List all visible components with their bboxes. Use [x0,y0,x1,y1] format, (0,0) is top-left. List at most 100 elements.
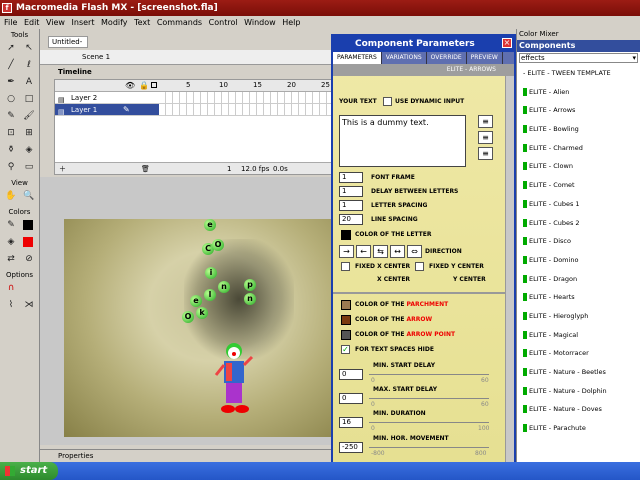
letter-ball[interactable]: n [218,281,230,293]
start-button[interactable]: start [0,462,58,480]
pen-tool-icon[interactable]: ✒ [3,75,19,90]
list-item[interactable]: ELITE - Parachute [517,419,640,438]
brush-tool-icon[interactable]: 🖌 [21,109,37,124]
lasso-tool-icon[interactable]: ℓ [21,58,37,73]
stroke-color-swatch[interactable] [23,220,33,230]
list-item[interactable]: ELITE - Nature - Beetles [517,363,640,382]
layer-row-2[interactable]: ▤ Layer 2 [55,92,331,104]
snap-magnet-icon[interactable]: ∩ [3,281,19,296]
list-item[interactable]: ELITE - Alien [517,83,640,102]
list-item[interactable]: ELITE - Bowling [517,120,640,139]
letter-ball[interactable]: l [204,289,216,301]
font-frame-input[interactable]: 1 [339,172,363,183]
direction-both-button[interactable]: ⇆ [373,245,388,258]
delete-layer-icon[interactable]: 🗑 [141,163,150,175]
zoom-tool-icon[interactable]: 🔍 [21,189,37,204]
timeline-header[interactable]: Timeline [40,66,332,78]
letter-ball[interactable]: e [204,219,216,231]
letter-ball[interactable]: O [212,239,224,251]
scene-label[interactable]: Scene 1 [82,53,110,61]
clown-figure[interactable] [214,339,254,419]
fill-color-swatch[interactable] [23,237,33,247]
document-tab[interactable]: Untitled-1* [48,36,88,57]
min-duration-input[interactable]: 16 [339,417,363,428]
lock-icon[interactable]: 🔒 [139,81,149,90]
tab-override[interactable]: OVERRIDE [427,52,467,64]
tab-parameters[interactable]: PARAMETERS [333,52,382,64]
rectangle-tool-icon[interactable]: □ [21,92,37,107]
stroke-color-icon[interactable]: ✎ [3,218,19,233]
close-icon[interactable]: × [502,38,512,48]
menu-edit[interactable]: Edit [24,18,40,27]
list-item[interactable]: ELITE - Hieroglyph [517,307,640,326]
list-item[interactable]: ELITE - Cubes 2 [517,214,640,233]
line-spacing-input[interactable]: 20 [339,214,363,225]
letter-ball[interactable]: n [244,293,256,305]
pencil-tool-icon[interactable]: ✎ [3,109,19,124]
menu-file[interactable]: File [4,18,17,27]
min-start-delay-slider[interactable] [369,374,489,375]
vertical-scrollbar[interactable] [505,76,514,462]
list-item[interactable]: ELITE - Dragon [517,270,640,289]
parchment-color-swatch[interactable] [341,300,351,310]
list-item[interactable]: ELITE - Cubes 1 [517,195,640,214]
direction-right-button[interactable]: → [339,245,354,258]
direction-in-button[interactable]: ⇔ [407,245,422,258]
align-center-button[interactable]: ≡ [478,131,493,144]
stage[interactable]: e C O i n l e k p n O [64,219,332,437]
layer-frames[interactable] [159,92,331,103]
hide-spaces-checkbox[interactable]: ✓ [341,345,350,354]
text-tool-icon[interactable]: A [21,75,37,90]
list-item[interactable]: ELITE - Motorracer [517,344,640,363]
list-item[interactable]: ELITE - Comet [517,176,640,195]
max-start-delay-slider[interactable] [369,398,489,399]
fixed-y-checkbox[interactable] [415,262,424,271]
transform-tool-icon[interactable]: ⊡ [3,126,19,141]
fill-color-icon[interactable]: ◈ [3,235,19,250]
menu-insert[interactable]: Insert [72,18,95,27]
min-duration-slider[interactable] [369,422,489,423]
color-mixer-header[interactable]: Color Mixer [517,29,640,40]
paint-bucket-icon[interactable]: ◈ [21,143,37,158]
list-item[interactable]: ELITE - Disco [517,232,640,251]
tab-preview[interactable]: PREVIEW [467,52,503,64]
ink-bottle-icon[interactable]: ⚱ [3,143,19,158]
menu-view[interactable]: View [46,18,65,27]
letter-spacing-input[interactable]: 1 [339,200,363,211]
min-start-delay-input[interactable]: 0 [339,369,363,380]
align-right-button[interactable]: ≡ [478,147,493,160]
min-hor-input[interactable]: -250 [339,442,363,453]
letter-ball[interactable]: O [182,311,194,323]
list-item[interactable]: ELITE - Domino [517,251,640,270]
arrow-point-color-swatch[interactable] [341,330,351,340]
component-panel-header[interactable]: Component Parameters [333,36,514,52]
text-input[interactable]: This is a dummy text. [339,115,466,167]
straighten-icon[interactable]: ⋊ [21,298,37,313]
letter-color-swatch[interactable] [341,230,351,240]
components-header[interactable]: Components [517,40,640,52]
oval-tool-icon[interactable]: ○ [3,92,19,107]
list-item[interactable]: ELITE - Clown [517,157,640,176]
list-item[interactable]: ELITE - Charmed [517,139,640,158]
direction-out-button[interactable]: ↔ [390,245,405,258]
fill-transform-tool-icon[interactable]: ⊞ [21,126,37,141]
direction-left-button[interactable]: ← [356,245,371,258]
smooth-icon[interactable]: ⌇ [3,298,19,313]
line-tool-icon[interactable]: ╱ [3,58,19,73]
list-item[interactable]: - ELITE - TWEEN TEMPLATE [517,64,640,83]
menu-help[interactable]: Help [282,18,300,27]
list-item[interactable]: ELITE - Hearts [517,288,640,307]
list-item[interactable]: ELITE - Nature - Doves [517,400,640,419]
subselect-tool-icon[interactable]: ↖ [21,41,37,56]
list-item[interactable]: ELITE - Arrows [517,101,640,120]
delay-letters-input[interactable]: 1 [339,186,363,197]
outline-icon[interactable] [151,82,157,88]
letter-ball[interactable]: e [190,295,202,307]
min-hor-slider[interactable] [369,447,489,448]
eyedropper-icon[interactable]: ⚲ [3,160,19,175]
dynamic-input-checkbox[interactable] [383,97,392,106]
menu-control[interactable]: Control [209,18,238,27]
menu-modify[interactable]: Modify [101,18,128,27]
hand-tool-icon[interactable]: ✋ [3,189,19,204]
swap-colors-icon[interactable]: ⇄ [3,252,19,267]
